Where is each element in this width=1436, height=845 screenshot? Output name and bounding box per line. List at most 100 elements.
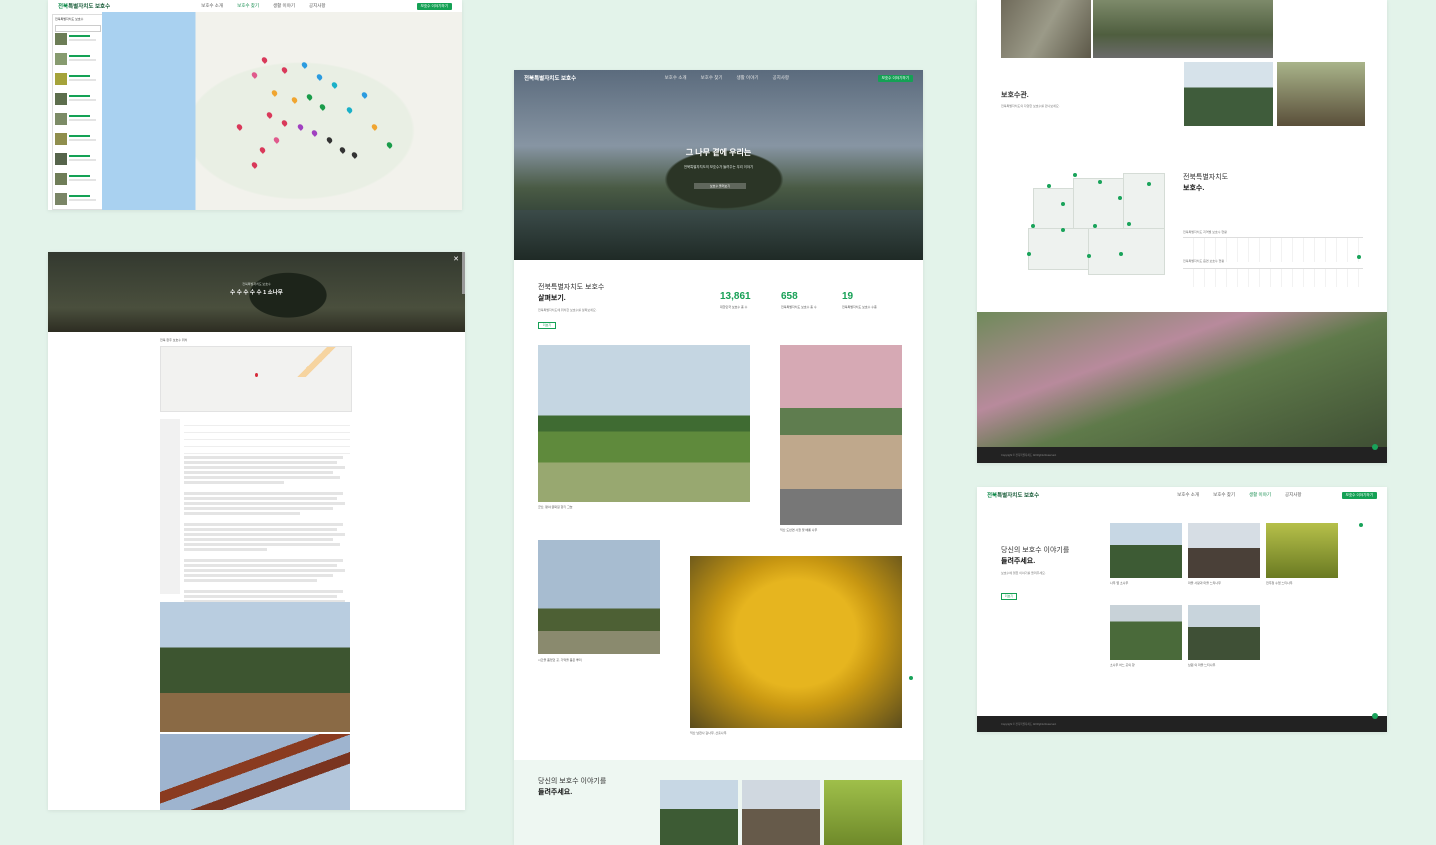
menu-item-stories[interactable]: 생활 이야기 (273, 3, 295, 9)
menu-item-notice[interactable]: 공지사항 (309, 3, 326, 9)
scroll-indicator[interactable] (909, 676, 913, 680)
site-logo[interactable]: 전북특별자치도 보호수 (987, 491, 1039, 499)
share-story-button[interactable]: 보호수 이야기하기 (877, 74, 913, 82)
detail-eyebrow: 전북특별자치도 보호수 (242, 282, 271, 286)
hero-browse-button[interactable]: 보호수 둘러보기 (694, 183, 746, 189)
list-item[interactable] (55, 193, 99, 209)
ginkgo-photo[interactable] (690, 556, 902, 728)
crape-myrtle-photo[interactable] (780, 345, 902, 525)
map-pin[interactable] (370, 123, 379, 131)
region-marker-icon[interactable] (1098, 180, 1102, 184)
menu-item-find[interactable]: 보호수 찾기 (701, 75, 723, 81)
map-pin[interactable] (305, 93, 314, 101)
close-icon[interactable]: ✕ (453, 255, 459, 263)
map-pin[interactable] (235, 123, 244, 131)
scroll-indicator[interactable] (1359, 523, 1363, 527)
tree-map[interactable] (102, 12, 462, 210)
share-story-button[interactable]: 보호수 이야기하기 (416, 2, 452, 10)
map-pin[interactable] (338, 146, 347, 154)
location-marker-icon[interactable] (1372, 713, 1378, 719)
menu-item-find[interactable]: 보호수 찾기 (1213, 492, 1235, 498)
species-photo[interactable] (1184, 62, 1273, 126)
map-pin[interactable] (250, 71, 259, 79)
region-marker-icon[interactable] (1031, 224, 1035, 228)
map-pin[interactable] (260, 56, 269, 64)
map-pin[interactable] (350, 151, 359, 159)
map-pin[interactable] (345, 106, 354, 114)
list-item[interactable] (55, 73, 99, 89)
region-marker-icon[interactable] (1087, 254, 1091, 258)
story-photo[interactable] (1110, 605, 1182, 660)
map-pin[interactable] (280, 66, 289, 74)
region-marker-icon[interactable] (1127, 222, 1131, 226)
region-marker-icon[interactable] (1147, 182, 1151, 186)
explore-more-button[interactable]: 더보기 (538, 322, 556, 329)
main-menu: 보호수 소개 보호수 찾기 생활 이야기 공지사항 (1039, 492, 1341, 498)
region-marker-icon[interactable] (1061, 228, 1065, 232)
list-item[interactable] (55, 33, 99, 49)
list-item[interactable] (55, 173, 99, 189)
story-caption: 전주청 수업 느티나무 (1266, 581, 1293, 585)
region-marker-icon[interactable] (1061, 202, 1065, 206)
region-marker-icon[interactable] (1093, 224, 1097, 228)
main-menu: 보호수 소개 보호수 찾기 생활 이야기 공지사항 (576, 75, 877, 81)
list-item[interactable] (55, 153, 99, 169)
map-pin[interactable] (265, 111, 274, 119)
lone-pine-photo[interactable] (538, 540, 660, 654)
share-story-button[interactable]: 보호수 이야기하기 (1341, 491, 1377, 499)
map-pin[interactable] (318, 103, 327, 111)
map-pin[interactable] (315, 73, 324, 81)
region-marker-icon[interactable] (1073, 173, 1077, 177)
story-photo[interactable] (1266, 523, 1338, 578)
menu-item-notice[interactable]: 공지사항 (772, 75, 789, 81)
map-pin[interactable] (296, 123, 305, 131)
species-photo[interactable] (1277, 62, 1365, 126)
story-more-button[interactable]: 더보기 (1001, 593, 1017, 600)
map-pin[interactable] (280, 119, 289, 127)
menu-item-stories[interactable]: 생활 이야기 (737, 75, 759, 81)
map-pin[interactable] (290, 96, 299, 104)
story-photo[interactable] (742, 780, 820, 845)
region-marker-icon[interactable] (1119, 252, 1123, 256)
map-pin[interactable] (330, 81, 339, 89)
scrollbar[interactable] (462, 252, 465, 294)
menu-item-about[interactable]: 보호수 소개 (201, 3, 223, 9)
sidebar-search[interactable] (55, 25, 101, 32)
story-photo[interactable] (824, 780, 902, 845)
menu-item-stories[interactable]: 생활 이야기 (1249, 492, 1271, 498)
map-pin[interactable] (272, 136, 281, 144)
jeonbuk-region-map[interactable] (1023, 168, 1169, 276)
list-item[interactable] (55, 113, 99, 129)
map-pin[interactable] (385, 141, 394, 149)
map-pin[interactable] (360, 91, 369, 99)
story-photo[interactable] (1188, 605, 1260, 660)
field-tree-photo[interactable] (538, 345, 750, 502)
map-pin[interactable] (300, 61, 309, 69)
map-pin[interactable] (250, 161, 259, 169)
story-photo[interactable] (1110, 523, 1182, 578)
location-marker-icon[interactable] (1372, 444, 1378, 450)
story-photo[interactable] (1188, 523, 1260, 578)
region-marker-icon[interactable] (1027, 252, 1031, 256)
site-logo[interactable]: 전북특별자치도 보호수 (58, 2, 110, 10)
list-item[interactable] (55, 93, 99, 109)
map-pin[interactable] (258, 146, 267, 154)
explore-description: 전북특별자치도에 위치한 보호수를 살펴보세요. (538, 308, 597, 312)
menu-item-about[interactable]: 보호수 소개 (665, 75, 687, 81)
menu-item-notice[interactable]: 공지사항 (1285, 492, 1302, 498)
map-pin[interactable] (270, 89, 279, 97)
list-item[interactable] (55, 133, 99, 149)
map-sidebar: 전북특별자치도 보호수 (52, 14, 104, 210)
map-pin[interactable] (310, 129, 319, 137)
menu-item-find[interactable]: 보호수 찾기 (237, 3, 259, 9)
location-map[interactable] (160, 346, 352, 412)
menu-item-about[interactable]: 보호수 소개 (1177, 492, 1199, 498)
region-marker-icon[interactable] (1118, 196, 1122, 200)
scroll-indicator[interactable] (1357, 255, 1361, 259)
site-logo[interactable]: 전북특별자치도 보호수 (524, 74, 576, 82)
list-item[interactable] (55, 53, 99, 69)
map-pin[interactable] (325, 136, 334, 144)
region-marker-icon[interactable] (1047, 184, 1051, 188)
story-caption: 나무 옆 소나무 (1110, 581, 1129, 585)
story-photo[interactable] (660, 780, 738, 845)
